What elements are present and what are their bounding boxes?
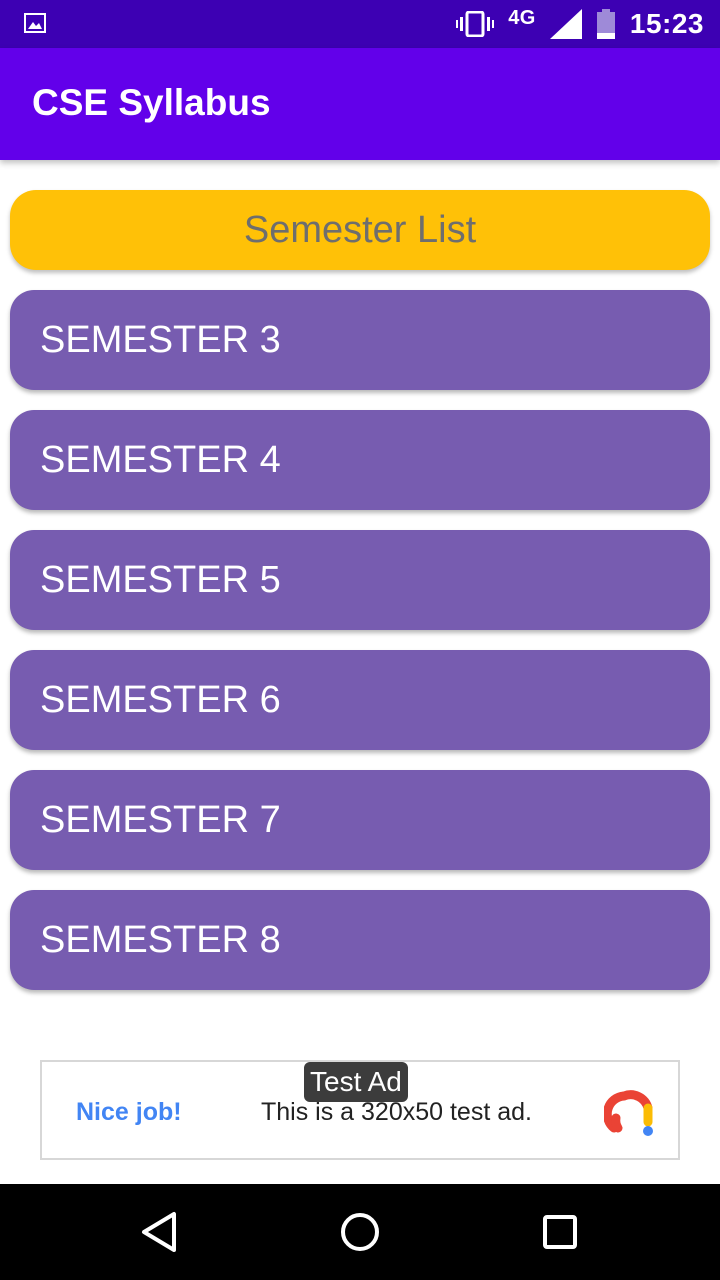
back-icon[interactable] (138, 1210, 182, 1254)
semester-7-button[interactable]: SEMESTER 7 (10, 770, 710, 870)
app-title: CSE Syllabus (32, 82, 271, 123)
status-icons: 4G 15:23 (456, 0, 704, 48)
ad-description: This is a 320x50 test ad. (261, 1098, 532, 1126)
semester-8-button[interactable]: SEMESTER 8 (10, 890, 710, 990)
app-bar: CSE Syllabus (0, 48, 720, 160)
battery-icon (596, 9, 615, 39)
navigation-bar (0, 1184, 720, 1280)
test-ad-badge: Test Ad (304, 1062, 408, 1102)
image-icon (24, 13, 46, 33)
semester-4-button[interactable]: SEMESTER 4 (10, 410, 710, 510)
status-bar: 4G 15:23 (0, 0, 720, 48)
semester-5-button[interactable]: SEMESTER 5 (10, 530, 710, 630)
network-type-label: 4G (508, 6, 536, 29)
semester-list: SEMESTER 3 SEMESTER 4 SEMESTER 5 SEMESTE… (10, 290, 710, 1010)
signal-icon (549, 9, 582, 39)
vibrate-icon (456, 11, 495, 37)
semester-6-button[interactable]: SEMESTER 6 (10, 650, 710, 750)
semester-3-button[interactable]: SEMESTER 3 (10, 290, 710, 390)
ad-logo-icon (604, 1090, 653, 1136)
ad-nice-job-text: Nice job! (76, 1098, 182, 1126)
semester-list-button[interactable]: Semester List (10, 190, 710, 270)
home-icon[interactable] (338, 1210, 382, 1254)
recents-icon[interactable] (538, 1210, 582, 1254)
clock: 15:23 (629, 8, 704, 39)
